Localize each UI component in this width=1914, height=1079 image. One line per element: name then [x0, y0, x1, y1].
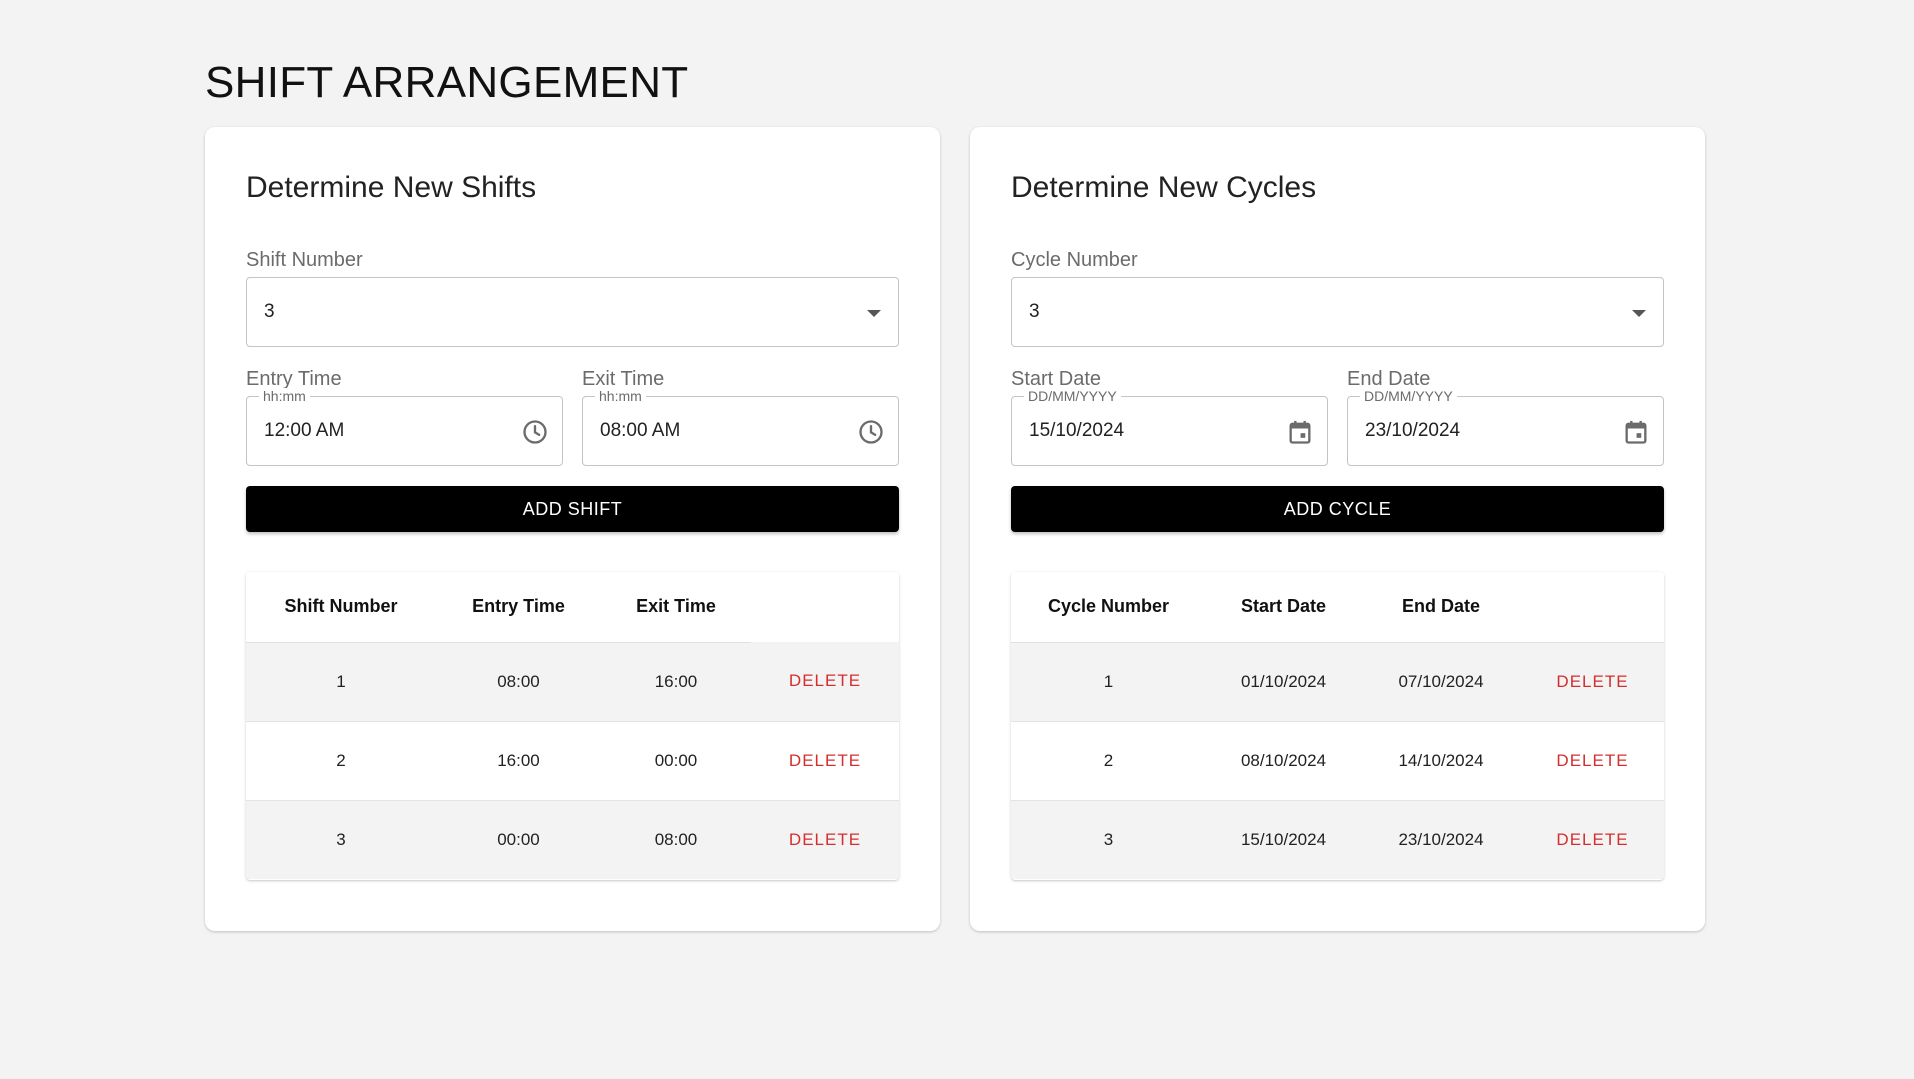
start-date-picker[interactable]: DD/MM/YYYY 15/10/2024: [1011, 388, 1328, 466]
start-date-cell: 15/10/2024: [1240, 829, 1327, 849]
table-row: 2 16:00 00:00 DELETE: [246, 721, 899, 800]
clock-icon[interactable]: [521, 418, 549, 446]
shift-number-cell: 1: [336, 671, 346, 691]
table-row: 1 08:00 16:00 DELETE: [246, 642, 899, 721]
delete-shift-button[interactable]: DELETE: [789, 751, 861, 771]
shift-number-cell: 2: [336, 750, 346, 770]
page-title: SHIFT ARRANGEMENT: [205, 58, 689, 107]
delete-shift-button[interactable]: DELETE: [789, 671, 861, 691]
exit-time-cell: 16:00: [654, 671, 698, 691]
caret-down-icon: [867, 310, 881, 317]
shifts-table: Shift Number Entry Time Exit Time 1 08:0…: [246, 572, 899, 880]
exit-time-picker[interactable]: hh:mm 08:00 AM: [582, 388, 899, 466]
delete-shift-button[interactable]: DELETE: [789, 830, 861, 850]
end-date-cell: 14/10/2024: [1398, 750, 1484, 770]
entry-time-cell: 08:00: [497, 671, 540, 691]
shift-number-cell: 3: [336, 829, 346, 849]
entry-time-value: 12:00 AM: [264, 420, 345, 441]
cycle-number-cell: 1: [1103, 671, 1114, 691]
clock-icon[interactable]: [857, 418, 885, 446]
column-header-exit-time: Exit Time: [601, 572, 751, 643]
column-header-actions: [751, 572, 899, 642]
entry-time-cell: 00:00: [497, 829, 540, 849]
delete-cycle-button[interactable]: DELETE: [1556, 672, 1628, 692]
cycle-number-select[interactable]: 3: [1011, 277, 1664, 347]
shifts-card: Determine New Shifts Shift Number 3 Entr…: [205, 127, 940, 931]
actions-cell: DELETE: [1521, 721, 1664, 800]
table-row: 2 08/10/2024 14/10/2024 DELETE: [1011, 721, 1664, 800]
exit-time-cell: 00:00: [654, 750, 698, 770]
delete-cycle-button[interactable]: DELETE: [1556, 830, 1628, 850]
end-date-value: 23/10/2024: [1365, 420, 1461, 441]
start-date-cell: 08/10/2024: [1240, 750, 1327, 770]
table-header-row: Shift Number Entry Time Exit Time: [246, 572, 899, 643]
exit-time-cell: 08:00: [654, 829, 698, 849]
caret-down-icon: [1632, 310, 1646, 317]
cycles-table: Cycle Number Start Date End Date 1 01/10…: [1011, 572, 1664, 880]
cycles-card-title: Determine New Cycles: [1011, 171, 1317, 204]
table-row: 3 00:00 08:00 DELETE: [246, 800, 899, 879]
shift-number-select[interactable]: 3: [246, 277, 899, 347]
table-header-row: Cycle Number Start Date End Date: [1011, 572, 1664, 643]
cycles-card: Determine New Cycles Cycle Number 3 Star…: [970, 127, 1705, 931]
table-row: 1 01/10/2024 07/10/2024 DELETE: [1011, 642, 1664, 721]
entry-time-format-hint: hh:mm: [259, 388, 310, 404]
table-row: 3 15/10/2024 23/10/2024 DELETE: [1011, 800, 1664, 879]
start-date-format-hint: DD/MM/YYYY: [1024, 388, 1121, 404]
shift-number-value: 3: [264, 301, 275, 322]
cycle-number-value: 3: [1029, 301, 1040, 322]
actions-cell: DELETE: [751, 642, 899, 721]
column-header-cycle-number: Cycle Number: [1011, 572, 1206, 643]
end-date-cell: 07/10/2024: [1398, 671, 1484, 691]
actions-cell: DELETE: [751, 800, 899, 879]
cycle-number-cell: 2: [1103, 750, 1114, 770]
cycle-number-cell: 3: [1103, 829, 1114, 849]
actions-cell: DELETE: [1521, 800, 1664, 879]
calendar-icon[interactable]: [1622, 418, 1650, 446]
column-header-actions: [1521, 572, 1664, 643]
exit-time-value: 08:00 AM: [600, 420, 681, 441]
shift-number-label: Shift Number: [246, 249, 363, 271]
actions-cell: DELETE: [1521, 642, 1664, 721]
end-date-picker[interactable]: DD/MM/YYYY 23/10/2024: [1347, 388, 1664, 466]
column-header-start-date: Start Date: [1206, 572, 1361, 643]
add-cycle-button[interactable]: ADD CYCLE: [1011, 486, 1664, 532]
column-header-entry-time: Entry Time: [436, 572, 601, 643]
end-date-format-hint: DD/MM/YYYY: [1360, 388, 1457, 404]
entry-time-cell: 16:00: [497, 750, 540, 770]
calendar-icon[interactable]: [1286, 418, 1314, 446]
start-date-cell: 01/10/2024: [1240, 671, 1327, 691]
add-shift-button[interactable]: ADD SHIFT: [246, 486, 899, 532]
exit-time-format-hint: hh:mm: [595, 388, 646, 404]
delete-cycle-button[interactable]: DELETE: [1556, 751, 1628, 771]
start-date-value: 15/10/2024: [1029, 420, 1125, 441]
shifts-card-title: Determine New Shifts: [246, 171, 537, 204]
column-header-shift-number: Shift Number: [246, 572, 436, 643]
end-date-cell: 23/10/2024: [1398, 829, 1484, 849]
entry-time-picker[interactable]: hh:mm 12:00 AM: [246, 388, 563, 466]
actions-cell: DELETE: [751, 721, 899, 800]
column-header-end-date: End Date: [1361, 572, 1521, 643]
cycle-number-label: Cycle Number: [1011, 249, 1138, 271]
